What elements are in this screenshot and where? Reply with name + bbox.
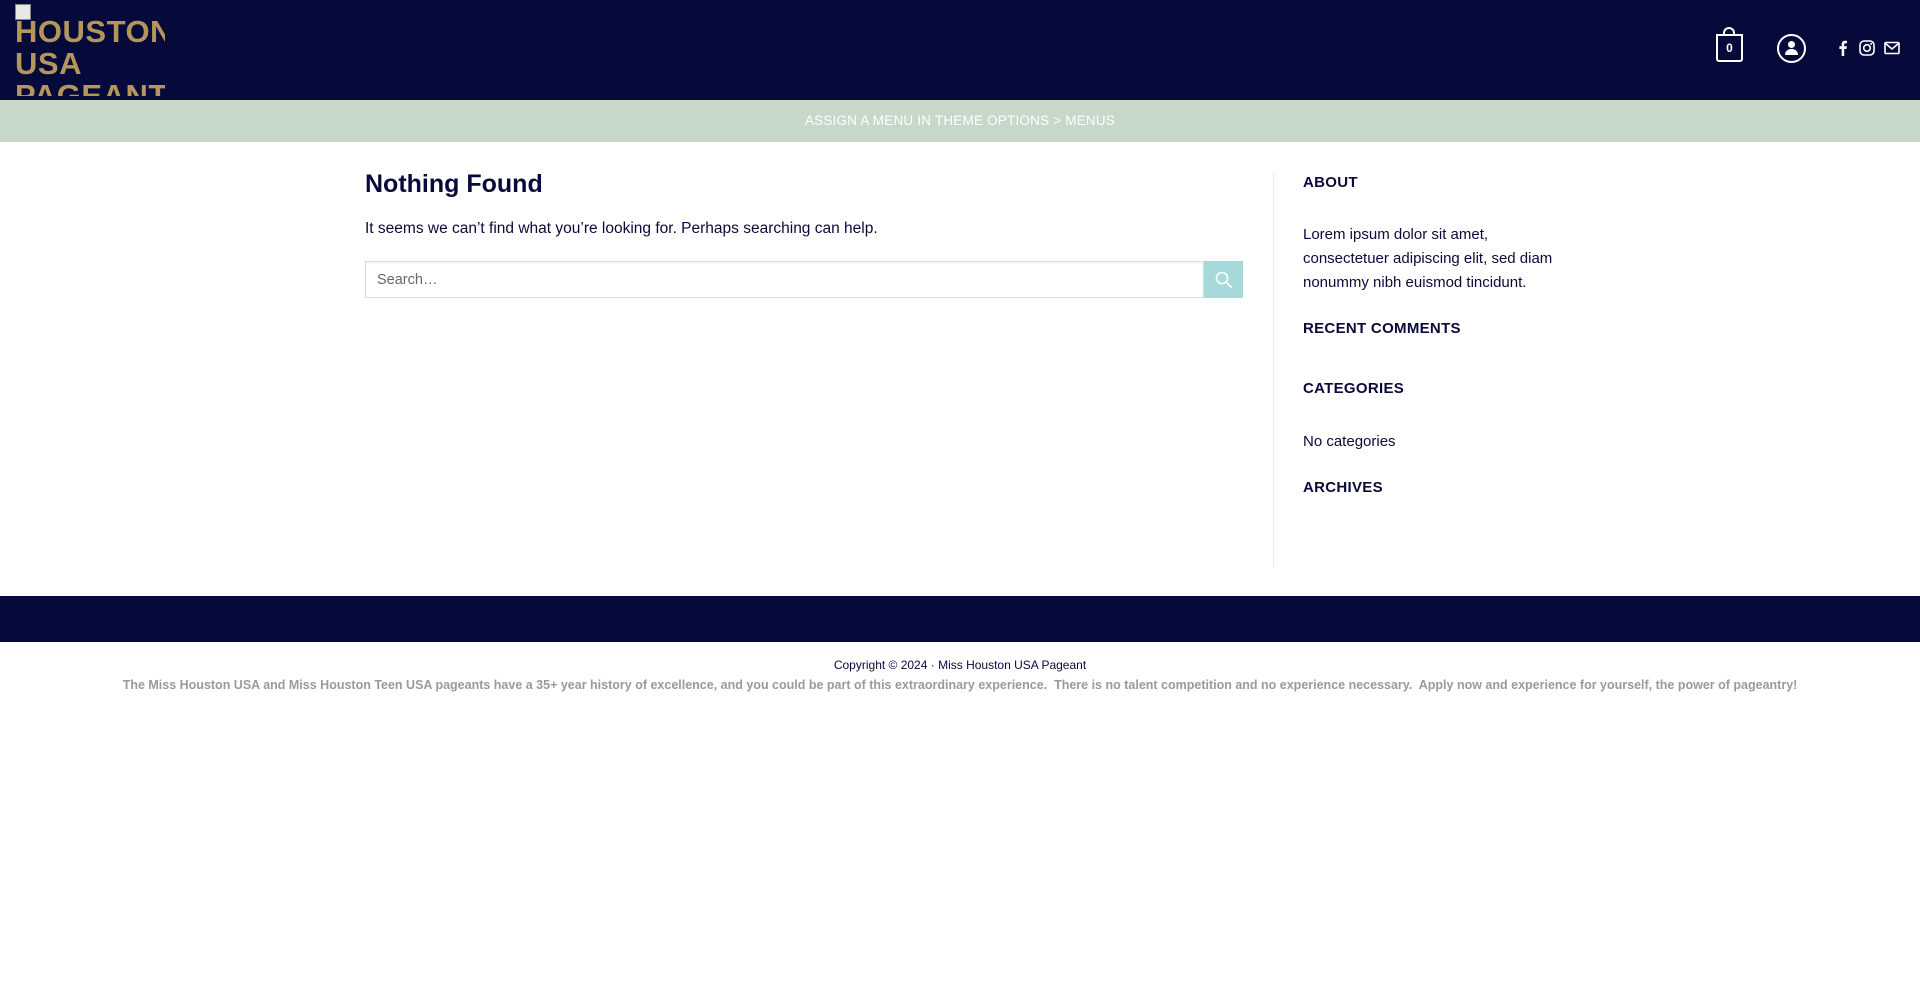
sidebar-divider bbox=[1273, 172, 1274, 567]
logo-alt-text: HOUSTON USA PAGEANT bbox=[15, 14, 165, 97]
site-name-link[interactable]: Miss Houston USA Pageant bbox=[938, 658, 1086, 672]
envelope-icon[interactable] bbox=[1883, 39, 1901, 57]
cart-count: 0 bbox=[1726, 41, 1733, 55]
copyright-text: Copyright © 2024 · Miss Houston USA Page… bbox=[0, 658, 1920, 672]
search-button[interactable] bbox=[1204, 261, 1243, 298]
account-button[interactable] bbox=[1777, 34, 1806, 63]
cart-button[interactable]: 0 bbox=[1716, 27, 1743, 62]
user-icon bbox=[1788, 41, 1795, 48]
widget-title-categories: Categories bbox=[1303, 380, 1405, 397]
widget-title-recent-comments: Recent Comments bbox=[1303, 320, 1461, 337]
about-text: Lorem ipsum dolor sit amet, consectetuer… bbox=[1303, 226, 1553, 291]
instagram-icon[interactable] bbox=[1858, 39, 1876, 57]
assign-menu-link[interactable]: Assign a menu in Theme Options > Menus bbox=[805, 113, 1115, 128]
site-header: HOUSTON USA PAGEANT 0 bbox=[0, 0, 1920, 100]
facebook-icon[interactable] bbox=[1834, 39, 1852, 57]
copyright-prefix: Copyright © 2024 · bbox=[833, 658, 939, 672]
not-found-message: It seems we can’t find what you’re looki… bbox=[365, 220, 878, 237]
page-title: Nothing Found bbox=[365, 170, 543, 198]
search-input[interactable] bbox=[365, 261, 1204, 298]
widget-title-archives: Archives bbox=[1303, 479, 1383, 496]
main-nav-bar: Assign a menu in Theme Options > Menus bbox=[0, 100, 1920, 142]
footer-tagline: The Miss Houston USA and Miss Houston Te… bbox=[122, 678, 1798, 692]
footer-bar bbox=[0, 596, 1920, 642]
widget-title-about: About bbox=[1303, 174, 1358, 191]
search-form bbox=[365, 261, 1243, 298]
site-logo[interactable]: HOUSTON USA PAGEANT bbox=[15, 4, 165, 96]
bag-icon bbox=[1723, 27, 1735, 36]
categories-empty-text: No categories bbox=[1303, 433, 1396, 450]
search-icon bbox=[1215, 271, 1232, 288]
